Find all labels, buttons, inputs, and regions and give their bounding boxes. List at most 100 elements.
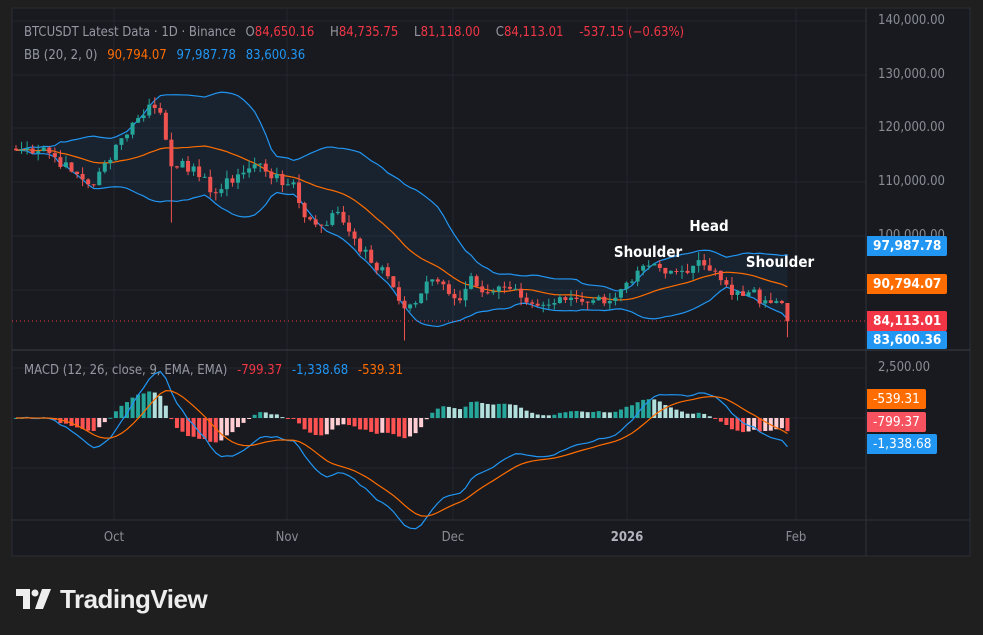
candle-up xyxy=(180,160,185,168)
macd-histogram-bar xyxy=(624,406,629,418)
macd-histogram-bar xyxy=(435,408,440,418)
macd-histogram-bar xyxy=(469,401,474,418)
candle-down xyxy=(169,139,174,167)
candle-down xyxy=(574,297,579,300)
macd-histogram-bar xyxy=(685,413,690,418)
bb-upper-tag: 97,987.78 xyxy=(867,236,948,256)
candle-up xyxy=(25,148,30,150)
time-tick: Nov xyxy=(275,530,299,545)
macd-line-tag: -1,338.68 xyxy=(867,434,938,454)
macd-histogram-bar xyxy=(452,408,457,418)
macd-histogram-bar xyxy=(285,418,290,419)
candle-up xyxy=(763,300,768,304)
candle-down xyxy=(263,163,268,172)
candle-up xyxy=(247,168,252,173)
candle-up xyxy=(419,293,424,303)
candle-down xyxy=(718,270,723,281)
candle-up xyxy=(274,173,279,179)
candle-down xyxy=(530,302,535,304)
candle-down xyxy=(685,270,690,273)
candle-up xyxy=(591,300,596,303)
candle-down xyxy=(768,300,773,303)
macd-signal-tag: -539.31 xyxy=(867,389,926,409)
candle-up xyxy=(291,182,296,185)
macd-histogram-bar xyxy=(569,411,573,418)
annotation-left-shoulder: Shoulder xyxy=(613,243,683,261)
macd-histogram-bar xyxy=(313,418,318,435)
bb-legend[interactable]: BB (20, 2, 0) 90,794.07 97,987.78 83,600… xyxy=(24,48,311,63)
candle-down xyxy=(319,224,324,226)
macd-histogram-bar xyxy=(668,407,673,418)
candle-down xyxy=(657,263,662,268)
macd-tick: 2,500.00 xyxy=(878,360,931,375)
annotation-right-shoulder: Shoulder xyxy=(745,253,815,271)
macd-histogram-bar xyxy=(596,411,601,418)
ohlc-legend: BTCUSDT Latest Data · 1D · Binance O84,6… xyxy=(24,25,690,40)
macd-histogram-bar xyxy=(563,412,568,418)
macd-histogram-bar xyxy=(713,418,718,419)
macd-histogram-bar xyxy=(230,418,235,433)
candle-down xyxy=(580,299,585,302)
candle-down xyxy=(524,297,529,303)
chart-canvas[interactable] xyxy=(0,0,983,635)
candle-up xyxy=(469,276,474,289)
candle-down xyxy=(402,300,407,309)
macd-histogram-bar xyxy=(308,418,313,433)
macd-histogram-bar xyxy=(180,418,185,432)
candle-down xyxy=(308,217,313,220)
macd-histogram-bar xyxy=(618,409,623,418)
candle-up xyxy=(668,270,673,274)
candle-up xyxy=(330,213,335,225)
candle-up xyxy=(285,184,290,186)
candle-down xyxy=(480,286,485,293)
candle-down xyxy=(369,249,374,263)
bb-basis-tag: 90,794.07 xyxy=(867,274,948,294)
macd-legend[interactable]: MACD (12, 26, close, 9, EMA, EMA) -799.3… xyxy=(24,363,409,378)
macd-histogram-bar xyxy=(69,418,74,426)
macd-histogram-bar xyxy=(197,418,202,439)
macd-histogram-bar xyxy=(108,417,113,419)
candle-down xyxy=(519,288,524,298)
candle-down xyxy=(458,298,462,301)
bb-basis-value: 90,794.07 xyxy=(107,48,167,63)
macd-histogram-bar xyxy=(274,414,279,418)
candle-down xyxy=(75,171,80,174)
candle-down xyxy=(452,293,457,299)
macd-histogram-bar xyxy=(696,412,701,418)
candle-down xyxy=(14,148,18,151)
macd-hist-value: -799.37 xyxy=(237,363,283,378)
bb-upper-value: 97,987.78 xyxy=(176,48,236,63)
tradingview-logo[interactable]: TradingView xyxy=(16,584,208,615)
macd-histogram-bar xyxy=(324,418,329,435)
candle-down xyxy=(269,171,274,179)
macd-histogram-bar xyxy=(347,418,351,426)
macd-histogram-bar xyxy=(335,418,340,426)
candle-up xyxy=(141,115,146,119)
time-tick: Dec xyxy=(441,530,465,545)
candle-up xyxy=(680,270,684,272)
candle-down xyxy=(174,166,179,168)
candle-up xyxy=(380,267,385,271)
macd-histogram-bar xyxy=(502,403,507,418)
candle-down xyxy=(485,292,490,294)
candle-down xyxy=(91,184,96,186)
candle-down xyxy=(80,173,85,180)
candle-down xyxy=(302,202,307,218)
macd-histogram-bar xyxy=(163,405,168,418)
macd-histogram-bar xyxy=(263,412,268,418)
macd-histogram-bar xyxy=(252,414,257,418)
candle-down xyxy=(280,173,285,186)
macd-histogram-bar xyxy=(724,418,729,425)
candle-up xyxy=(430,279,435,282)
candle-up xyxy=(413,303,418,305)
macd-histogram-bar xyxy=(779,418,784,429)
candle-up xyxy=(774,301,779,303)
candle-down xyxy=(702,260,707,266)
macd-histogram-bar xyxy=(630,405,635,418)
macd-histogram-bar xyxy=(297,418,302,424)
candle-up xyxy=(746,292,751,296)
macd-histogram-bar xyxy=(358,418,363,430)
macd-histogram-bar xyxy=(247,418,252,419)
candle-up xyxy=(136,118,141,123)
macd-histogram-bar xyxy=(535,414,540,418)
